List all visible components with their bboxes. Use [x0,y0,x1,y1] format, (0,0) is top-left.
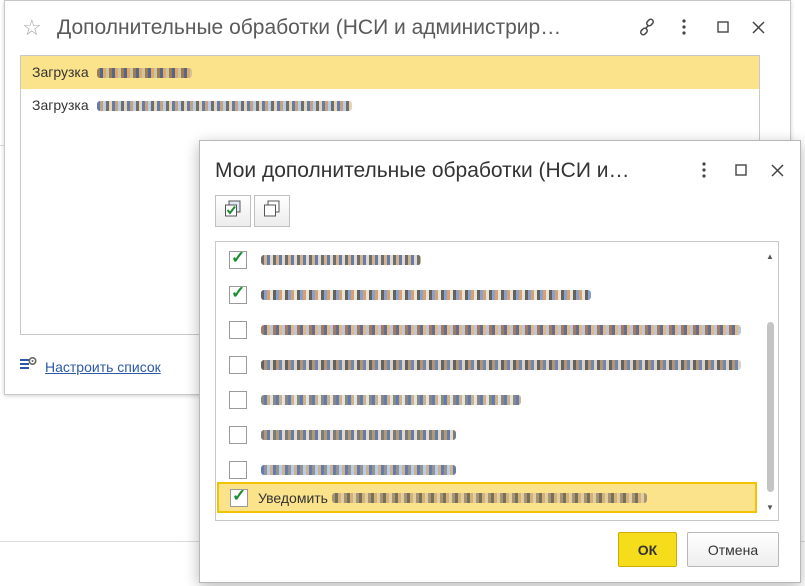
obscured-text [261,324,741,335]
scrollbar[interactable]: ▲ ▼ [765,252,775,512]
list-item[interactable]: ✓ [216,277,761,312]
item-checkbox[interactable]: ✓ [229,248,247,269]
list-item-selected[interactable]: ✓ Уведомить [217,482,757,513]
list-item-label: Загрузка [32,97,89,113]
item-checkbox[interactable] [229,460,247,479]
star-icon[interactable]: ☆ [22,15,42,41]
list-item-label: Загрузка [32,64,89,80]
close-icon[interactable] [766,159,788,181]
obscured-text [261,254,421,265]
window-title: Дополнительные обработки (НСИ и админист… [57,16,562,39]
item-checkbox[interactable] [229,320,247,339]
list-item[interactable] [216,417,761,452]
link-icon[interactable] [636,16,658,38]
my-additional-processing-dialog: Мои дополнительные обработки (НСИ и… ✓ ✓ [199,140,801,583]
maximize-icon[interactable] [730,159,752,181]
dialog-title: Мои дополнительные обработки (НСИ и… [215,159,630,182]
obscured-text [261,394,521,405]
list-item[interactable] [216,347,761,382]
cancel-button[interactable]: Отмена [687,532,779,567]
list-item[interactable] [216,382,761,417]
obscured-text [96,68,192,79]
check-all-button[interactable] [215,195,251,227]
item-checkbox[interactable] [229,355,247,374]
obscured-text [261,359,741,370]
settings-list-icon [19,356,37,377]
processing-checklist[interactable]: ✓ ✓ ✓ Уведомить ▲ ▼ [215,241,779,521]
more-icon[interactable] [693,159,715,181]
list-item[interactable]: Загрузка [21,56,759,89]
setup-list-link-text[interactable]: Настроить список [45,359,161,375]
more-icon[interactable] [673,16,695,38]
list-item[interactable] [216,312,761,347]
scroll-up-icon[interactable]: ▲ [766,252,774,261]
setup-list-link[interactable]: Настроить список [19,356,161,377]
close-icon[interactable] [747,16,769,38]
uncheck-all-icon [263,200,281,223]
obscured-text [331,492,647,503]
scroll-down-icon[interactable]: ▼ [766,503,774,512]
ok-button[interactable]: ОК [618,532,677,567]
scrollbar-thumb[interactable] [767,322,774,492]
item-checkbox[interactable] [229,425,247,444]
list-item-label: Уведомить [258,489,328,506]
obscured-text [261,289,591,300]
maximize-icon[interactable] [712,16,734,38]
item-checkbox[interactable]: ✓ [229,283,247,304]
check-all-icon [224,200,242,223]
list-item[interactable]: ✓ [216,242,761,277]
obscured-text [261,464,456,475]
item-checkbox[interactable]: ✓ [230,486,248,507]
obscured-text [261,429,456,440]
list-item[interactable]: Загрузка [21,89,759,122]
obscured-text [96,101,352,112]
item-checkbox[interactable] [229,390,247,409]
uncheck-all-button[interactable] [254,195,290,227]
